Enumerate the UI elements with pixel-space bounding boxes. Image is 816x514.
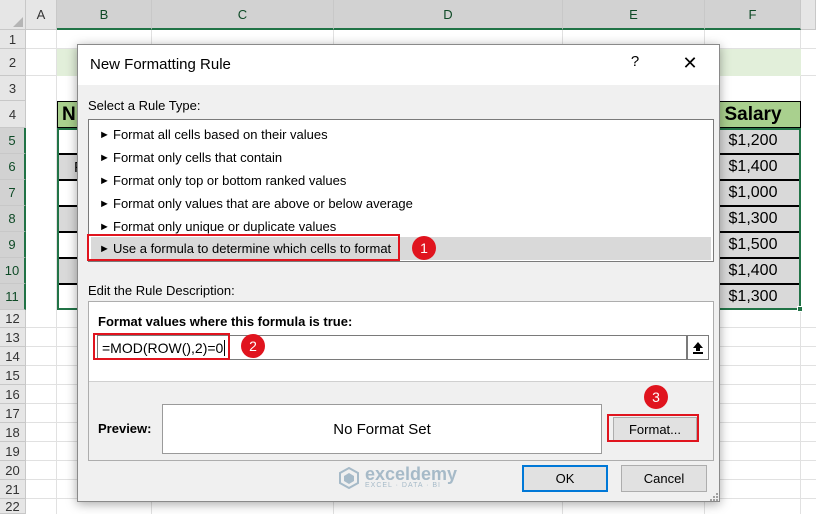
play-arrow-icon: ►	[99, 151, 110, 164]
play-arrow-icon: ►	[99, 128, 110, 141]
dialog-titlebar[interactable]: New Formatting Rule ? ✕	[78, 45, 719, 85]
text-caret	[224, 339, 226, 356]
row-header-9[interactable]: 9	[0, 232, 26, 258]
preview-text: No Format Set	[333, 420, 431, 438]
column-header-e[interactable]: E	[563, 0, 705, 30]
row-header-17[interactable]: 17	[0, 404, 26, 423]
new-formatting-rule-dialog: New Formatting Rule ? ✕ Select a Rule Ty…	[77, 44, 720, 502]
row-header-19[interactable]: 19	[0, 442, 26, 461]
rule-type-item[interactable]: ► Format only unique or duplicate values	[91, 215, 711, 238]
row-header-7[interactable]: 7	[0, 180, 26, 206]
watermark-text-group: exceldemy EXCEL · DATA · BI	[365, 464, 458, 489]
rule-type-item[interactable]: ► Format only values that are above or b…	[91, 192, 711, 215]
rule-type-label: Format only values that are above or bel…	[113, 196, 413, 211]
select-rule-type-label: Select a Rule Type:	[88, 98, 201, 113]
row-header-22[interactable]: 22	[0, 499, 26, 514]
select-all-corner[interactable]	[0, 0, 26, 30]
row-header-16[interactable]: 16	[0, 385, 26, 404]
formula-input[interactable]: =MOD(ROW(),2)=0	[97, 335, 687, 360]
annotation-badge-2: 2	[241, 334, 265, 358]
row-header-12[interactable]: 12	[0, 310, 26, 328]
row-header-2[interactable]: 2	[0, 49, 26, 76]
annotation-badge-1: 1	[412, 236, 436, 260]
play-arrow-icon: ►	[99, 197, 110, 210]
rule-type-label: Format all cells based on their values	[113, 127, 328, 142]
rule-type-item[interactable]: ► Format only cells that contain	[91, 146, 711, 169]
row-header-11[interactable]: 11	[0, 284, 26, 310]
row-header-8[interactable]: 8	[0, 206, 26, 232]
row-header-20[interactable]: 20	[0, 461, 26, 480]
collapse-dialog-button[interactable]	[687, 335, 709, 360]
row-header-6[interactable]: 6	[0, 154, 26, 180]
rule-type-list[interactable]: ► Format all cells based on their values…	[88, 119, 714, 262]
column-header-d[interactable]: D	[334, 0, 563, 30]
preview-label: Preview:	[98, 421, 152, 436]
upload-arrow-icon	[693, 342, 703, 354]
rule-type-label: Format only cells that contain	[113, 150, 283, 165]
row-header-21[interactable]: 21	[0, 480, 26, 499]
help-button[interactable]: ?	[625, 53, 645, 75]
row-header-1[interactable]: 1	[0, 30, 26, 49]
row-header-14[interactable]: 14	[0, 347, 26, 366]
row-header-15[interactable]: 15	[0, 366, 26, 385]
preview-box: No Format Set	[162, 404, 602, 454]
rule-type-item[interactable]: ► Format all cells based on their values	[91, 123, 711, 146]
fill-handle[interactable]	[797, 306, 803, 312]
column-header-f[interactable]: F	[705, 0, 801, 30]
row-header-5[interactable]: 5	[0, 128, 26, 154]
resize-grip-icon[interactable]	[708, 491, 718, 501]
formula-value: =MOD(ROW(),2)=0	[102, 339, 224, 356]
row-header-13[interactable]: 13	[0, 328, 26, 347]
play-arrow-icon: ►	[99, 174, 110, 187]
close-icon[interactable]: ✕	[678, 53, 702, 75]
edit-rule-description-label: Edit the Rule Description:	[88, 283, 235, 298]
row-header-3[interactable]: 3	[0, 76, 26, 101]
column-header-b[interactable]: B	[57, 0, 152, 30]
format-button[interactable]: Format...	[613, 417, 697, 442]
rule-description-panel: Format values where this formula is true…	[88, 301, 714, 461]
formula-section: Format values where this formula is true…	[89, 302, 713, 382]
rule-type-item-selected[interactable]: ► Use a formula to determine which cells…	[91, 237, 711, 260]
row-header-10[interactable]: 10	[0, 258, 26, 284]
exceldemy-watermark: exceldemy EXCEL · DATA · BI	[338, 464, 458, 489]
play-arrow-icon: ►	[99, 220, 110, 233]
row-header-4[interactable]: 4	[0, 101, 26, 128]
annotation-badge-3: 3	[644, 385, 668, 409]
exceldemy-logo-icon	[339, 466, 359, 489]
column-header-a[interactable]: A	[26, 0, 57, 30]
row-header-18[interactable]: 18	[0, 423, 26, 442]
rule-type-label: Format only unique or duplicate values	[113, 219, 337, 234]
column-header-g[interactable]	[801, 0, 816, 30]
rule-type-label: Use a formula to determine which cells t…	[113, 241, 392, 256]
cancel-button[interactable]: Cancel	[621, 465, 707, 492]
dialog-title: New Formatting Rule	[90, 56, 231, 73]
play-arrow-icon: ►	[99, 242, 110, 255]
formula-label: Format values where this formula is true…	[98, 314, 353, 329]
watermark-name: exceldemy	[365, 464, 458, 484]
column-header-c[interactable]: C	[152, 0, 334, 30]
ok-button[interactable]: OK	[522, 465, 608, 492]
rule-type-item[interactable]: ► Format only top or bottom ranked value…	[91, 169, 711, 192]
rule-type-label: Format only top or bottom ranked values	[113, 173, 347, 188]
